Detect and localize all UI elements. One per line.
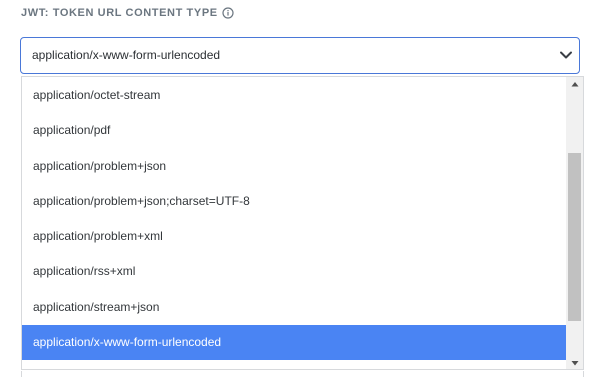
field-label: JWT: TOKEN URL CONTENT TYPE (21, 6, 234, 20)
select-value: application/x-www-form-urlencoded (32, 48, 221, 62)
dropdown-option[interactable]: application/octet-stream (22, 78, 567, 113)
arrow-down-icon[interactable] (566, 356, 583, 369)
underlying-field-edge (21, 371, 584, 377)
dropdown-option[interactable]: application/stream+json (22, 290, 567, 325)
dropdown-option[interactable]: application/problem+xml (22, 219, 567, 254)
info-circle-icon[interactable] (222, 7, 234, 19)
dropdown-scrollbar[interactable] (566, 77, 583, 369)
content-type-select[interactable]: application/x-www-form-urlencoded (20, 37, 580, 74)
content-type-field: JWT: TOKEN URL CONTENT TYPE application/… (0, 0, 604, 377)
field-label-text: JWT: TOKEN URL CONTENT TYPE (21, 7, 218, 19)
chevron-down-icon[interactable] (559, 48, 573, 62)
scrollbar-thumb[interactable] (568, 153, 581, 321)
dropdown-option-selected[interactable]: application/x-www-form-urlencoded (22, 325, 567, 361)
dropdown-options: application/octet-stream application/pdf… (22, 78, 567, 361)
dropdown-option[interactable]: application/problem+json (22, 149, 567, 184)
dropdown-option[interactable]: application/problem+json;charset=UTF-8 (22, 184, 567, 219)
dropdown-option[interactable]: application/pdf (22, 113, 567, 148)
dropdown-option[interactable]: application/rss+xml (22, 254, 567, 289)
arrow-up-icon[interactable] (566, 78, 583, 92)
dropdown-list: application/octet-stream application/pdf… (21, 76, 584, 370)
